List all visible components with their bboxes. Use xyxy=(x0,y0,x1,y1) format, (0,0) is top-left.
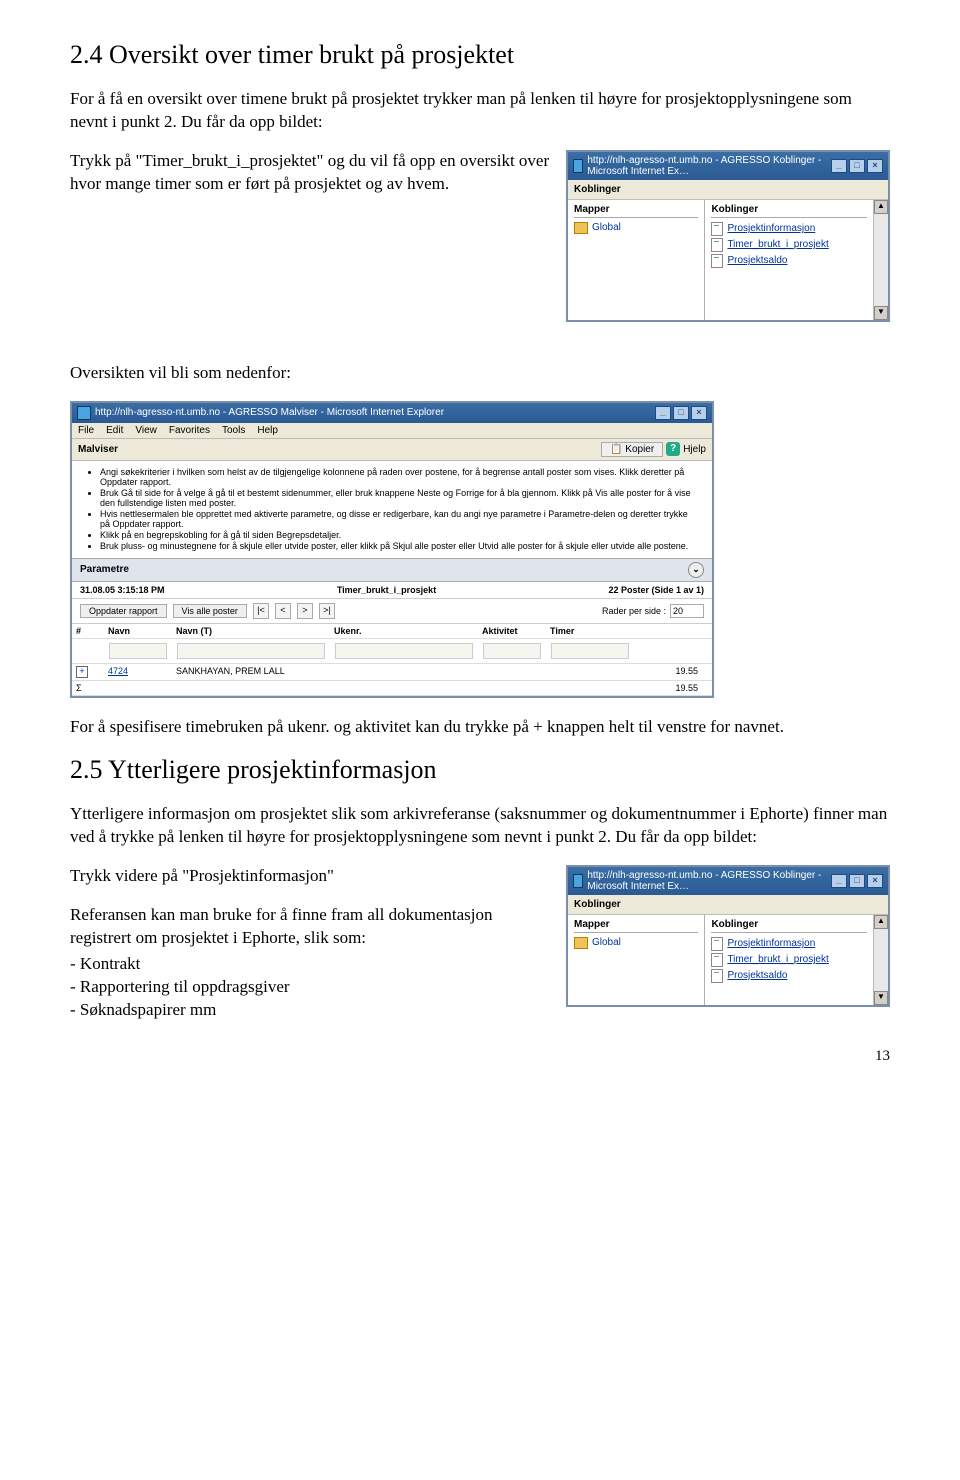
menu-tools[interactable]: Tools xyxy=(222,425,245,436)
help-icon[interactable]: ? xyxy=(666,442,680,456)
doc-icon xyxy=(711,953,723,967)
menu-edit[interactable]: Edit xyxy=(106,425,123,436)
maximize-button[interactable]: □ xyxy=(849,874,865,888)
filter-aktivitet[interactable] xyxy=(483,643,541,659)
col-koblinger: Koblinger xyxy=(711,919,867,933)
sigma-icon xyxy=(72,681,104,695)
rows-per-page-input[interactable] xyxy=(670,604,704,618)
hjelp-button[interactable]: Hjelp xyxy=(683,444,706,455)
sum-hours: 19.55 xyxy=(634,681,702,695)
window-title: http://nlh-agresso-nt.umb.no - AGRESSO K… xyxy=(587,155,823,177)
minimize-button[interactable]: _ xyxy=(655,406,671,420)
menu-favorites[interactable]: Favorites xyxy=(169,425,210,436)
col-mapper: Mapper xyxy=(574,204,698,218)
doc-icon xyxy=(711,969,723,983)
link-timer-brukt[interactable]: Timer_brukt_i_prosjekt xyxy=(711,237,867,253)
section-2-5-heading: 2.5 Ytterligere prosjektinformasjon xyxy=(70,755,890,785)
section-2-5-para1: Ytterligere informasjon om prosjektet sl… xyxy=(70,803,890,849)
koblinger-header: Koblinger xyxy=(568,180,888,200)
folder-global[interactable]: Global xyxy=(574,221,698,235)
titlebar: http://nlh-agresso-nt.umb.no - AGRESSO K… xyxy=(568,152,888,180)
section-2-4-para3: Oversikten vil bli som nedenfor: xyxy=(70,362,890,385)
window-title: http://nlh-agresso-nt.umb.no - AGRESSO M… xyxy=(95,407,444,418)
parametre-header[interactable]: Parametre ⌄ xyxy=(72,558,712,582)
close-button[interactable]: × xyxy=(691,406,707,420)
vis-alle-poster-button[interactable]: Vis alle poster xyxy=(173,604,247,618)
page-number: 13 xyxy=(70,1048,890,1065)
oppdater-rapport-button[interactable]: Oppdater rapport xyxy=(80,604,167,618)
minimize-button[interactable]: _ xyxy=(831,874,847,888)
koblinger-header: Koblinger xyxy=(568,895,888,915)
page-prev-button[interactable]: < xyxy=(275,603,291,619)
menu-file[interactable]: File xyxy=(78,425,94,436)
doc-icon xyxy=(711,222,723,236)
col-koblinger: Koblinger xyxy=(711,204,867,218)
menubar: File Edit View Favorites Tools Help xyxy=(72,423,712,439)
scroll-down-icon[interactable]: ▼ xyxy=(874,306,888,320)
maximize-button[interactable]: □ xyxy=(673,406,689,420)
tab-malviser[interactable]: Malviser xyxy=(78,444,118,455)
menu-view[interactable]: View xyxy=(135,425,157,436)
col-mapper: Mapper xyxy=(574,919,698,933)
ie-icon xyxy=(573,159,583,173)
ie-icon xyxy=(77,406,91,420)
filter-navn[interactable] xyxy=(109,643,167,659)
page-first-button[interactable]: |< xyxy=(253,603,269,619)
filter-navn-t[interactable] xyxy=(177,643,325,659)
status-count: 22 Poster (Side 1 av 1) xyxy=(608,585,704,595)
ie-icon xyxy=(573,874,583,888)
doc-icon xyxy=(711,254,723,268)
close-button[interactable]: × xyxy=(867,159,883,173)
rows-per-page-label: Rader per side : xyxy=(602,606,666,616)
link-prosjektinformasjon[interactable]: Prosjektinformasjon xyxy=(711,221,867,237)
link-prosjektinformasjon[interactable]: Prosjektinformasjon xyxy=(711,936,867,952)
status-timestamp: 31.08.05 3:15:18 PM xyxy=(80,585,165,595)
section-2-4-para1: For å få en oversikt over timene brukt p… xyxy=(70,88,890,134)
titlebar: http://nlh-agresso-nt.umb.no - AGRESSO M… xyxy=(72,403,712,423)
table-header: # Navn Navn (T) Ukenr. Aktivitet Timer xyxy=(72,624,712,639)
menu-help[interactable]: Help xyxy=(257,425,278,436)
doc-icon xyxy=(711,937,723,951)
status-title: Timer_brukt_i_prosjekt xyxy=(165,585,609,595)
scrollbar[interactable]: ▲ ▼ xyxy=(873,915,888,1005)
row-id[interactable]: 4724 xyxy=(104,664,172,680)
row-name: SANKHAYAN, PREM LALL xyxy=(172,664,330,680)
koblinger-window-2: http://nlh-agresso-nt.umb.no - AGRESSO K… xyxy=(566,865,890,1007)
help-text: Angi søkekriterier i hvilken som helst a… xyxy=(72,461,712,558)
section-2-4-para4: For å spesifisere timebruken på ukenr. o… xyxy=(70,716,890,739)
doc-icon xyxy=(711,238,723,252)
page-last-button[interactable]: >| xyxy=(319,603,335,619)
pager-row: Oppdater rapport Vis alle poster |< < > … xyxy=(72,599,712,624)
folder-icon xyxy=(574,222,588,234)
titlebar: http://nlh-agresso-nt.umb.no - AGRESSO K… xyxy=(568,867,888,895)
section-2-4-heading: 2.4 Oversikt over timer brukt på prosjek… xyxy=(70,40,890,70)
scroll-up-icon[interactable]: ▲ xyxy=(874,915,888,929)
maximize-button[interactable]: □ xyxy=(849,159,865,173)
kopier-button[interactable]: 📋 Kopier xyxy=(601,442,663,457)
link-prosjektsaldo[interactable]: Prosjektsaldo xyxy=(711,968,867,984)
table-row: + 4724 SANKHAYAN, PREM LALL 19.55 xyxy=(72,664,712,681)
filter-timer[interactable] xyxy=(551,643,629,659)
folder-icon xyxy=(574,937,588,949)
expand-icon[interactable]: + xyxy=(76,666,88,678)
koblinger-window-1: http://nlh-agresso-nt.umb.no - AGRESSO K… xyxy=(566,150,890,322)
row-hours: 19.55 xyxy=(634,664,702,680)
close-button[interactable]: × xyxy=(867,874,883,888)
folder-global[interactable]: Global xyxy=(574,936,698,950)
window-title: http://nlh-agresso-nt.umb.no - AGRESSO K… xyxy=(587,870,823,892)
minimize-button[interactable]: _ xyxy=(831,159,847,173)
chevron-down-icon[interactable]: ⌄ xyxy=(688,562,704,578)
table-sum-row: 19.55 xyxy=(72,681,712,696)
malviser-window: http://nlh-agresso-nt.umb.no - AGRESSO M… xyxy=(70,401,714,698)
link-prosjektsaldo[interactable]: Prosjektsaldo xyxy=(711,253,867,269)
scroll-down-icon[interactable]: ▼ xyxy=(874,991,888,1005)
page-next-button[interactable]: > xyxy=(297,603,313,619)
filter-ukenr[interactable] xyxy=(335,643,473,659)
scrollbar[interactable]: ▲ ▼ xyxy=(873,200,888,320)
scroll-up-icon[interactable]: ▲ xyxy=(874,200,888,214)
status-row: 31.08.05 3:15:18 PM Timer_brukt_i_prosje… xyxy=(72,582,712,599)
link-timer-brukt[interactable]: Timer_brukt_i_prosjekt xyxy=(711,952,867,968)
table-filter-row xyxy=(72,639,712,664)
